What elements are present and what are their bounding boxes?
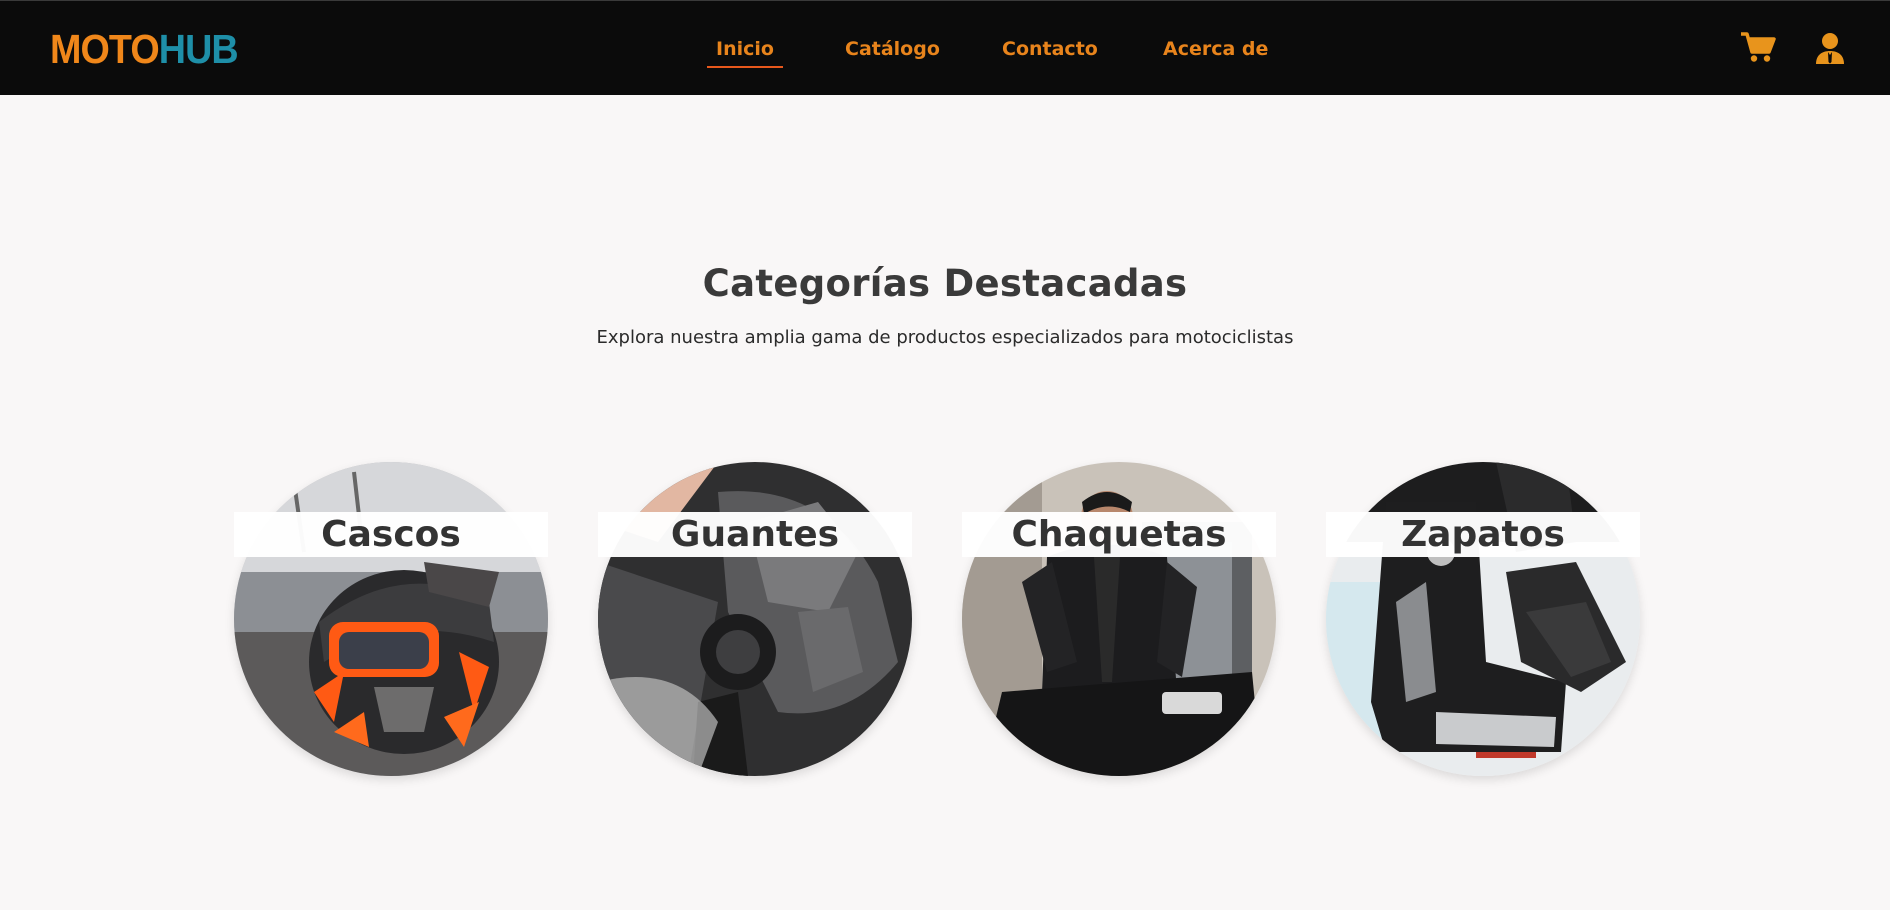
navbar: MOTOHUB Inicio Catálogo Contacto Acerca … bbox=[0, 0, 1890, 95]
nav-link-contacto[interactable]: Contacto bbox=[1002, 37, 1098, 61]
jacket-photo bbox=[962, 462, 1276, 776]
section-title: Categorías Destacadas bbox=[702, 262, 1188, 305]
gloves-photo bbox=[598, 462, 912, 776]
helmet-photo bbox=[234, 462, 548, 776]
category-label: Chaquetas bbox=[962, 512, 1276, 557]
main-nav: Inicio Catálogo Contacto Acerca de bbox=[0, 1, 1890, 96]
category-label: Guantes bbox=[598, 512, 912, 557]
category-card-guantes[interactable]: Guantes bbox=[598, 462, 912, 776]
nav-link-acerca-de[interactable]: Acerca de bbox=[1163, 37, 1268, 61]
user-icon[interactable] bbox=[1815, 32, 1845, 64]
category-card-zapatos[interactable]: Zapatos bbox=[1326, 462, 1640, 776]
category-label: Zapatos bbox=[1326, 512, 1640, 557]
category-label: Cascos bbox=[234, 512, 548, 557]
cart-icon[interactable] bbox=[1740, 31, 1776, 63]
nav-link-catalogo[interactable]: Catálogo bbox=[845, 37, 940, 61]
nav-link-inicio[interactable]: Inicio bbox=[707, 37, 783, 68]
category-card-chaquetas[interactable]: Chaquetas bbox=[962, 462, 1276, 776]
category-card-cascos[interactable]: Cascos bbox=[234, 462, 548, 776]
section-subtitle: Explora nuestra amplia gama de productos… bbox=[596, 327, 1294, 348]
boots-photo bbox=[1326, 462, 1640, 776]
